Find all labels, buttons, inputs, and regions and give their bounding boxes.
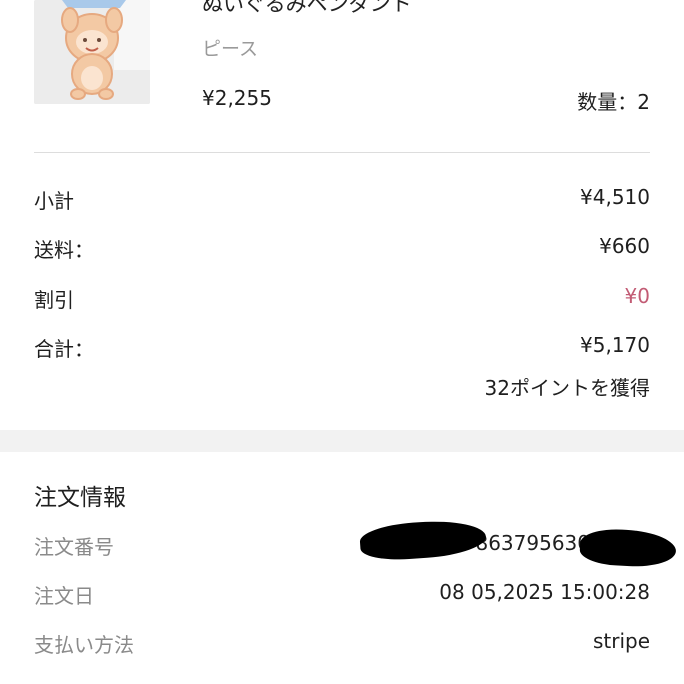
order-number-value[interactable]: 863795630 (475, 531, 590, 555)
shipping-row: 送料： ¥660 (34, 234, 650, 264)
subtotal-label: 小計 (34, 189, 74, 213)
discount-row: 割引 ¥0 (34, 284, 650, 314)
product-price: ¥2,255 (202, 86, 272, 110)
shipping-label: 送料： (34, 238, 94, 262)
plush-pendant-image (34, 0, 150, 104)
discount-label: 割引 (34, 288, 74, 312)
shipping-value: ¥660 (599, 234, 650, 258)
product-thumbnail[interactable] (34, 0, 150, 104)
order-date-row: 注文日 08 05,2025 15:00:28 (34, 580, 650, 610)
section-gap (0, 430, 684, 452)
payment-method-value: stripe (592, 629, 650, 653)
total-value: ¥5,170 (580, 333, 650, 357)
divider (34, 152, 650, 153)
redaction-mark (579, 527, 677, 569)
points-earned: 32ポイントを獲得 (484, 376, 650, 400)
payment-method-label: 支払い方法 (34, 633, 134, 657)
total-row: 合計： ¥5,170 (34, 333, 650, 363)
order-number-label: 注文番号 (34, 535, 114, 559)
order-items-section: ぬいぐるみペンダント ピース ¥2,255 数量：2 小計 ¥4,510 送料：… (0, 0, 684, 430)
product-variant: ピース (202, 38, 259, 60)
order-info-title: 注文情報 (34, 485, 126, 511)
order-date-value: 08 05,2025 15:00:28 (439, 580, 650, 604)
subtotal-value: ¥4,510 (580, 185, 650, 209)
product-quantity: 数量：2 (577, 90, 650, 114)
discount-value: ¥0 (624, 284, 650, 308)
subtotal-row: 小計 ¥4,510 (34, 185, 650, 215)
product-title[interactable]: ぬいぐるみペンダント (202, 0, 412, 18)
total-label: 合計： (34, 337, 94, 361)
order-date-label: 注文日 (34, 584, 94, 608)
order-number-row: 注文番号 863795630 (34, 531, 650, 561)
payment-method-row: 支払い方法 stripe (34, 629, 650, 659)
